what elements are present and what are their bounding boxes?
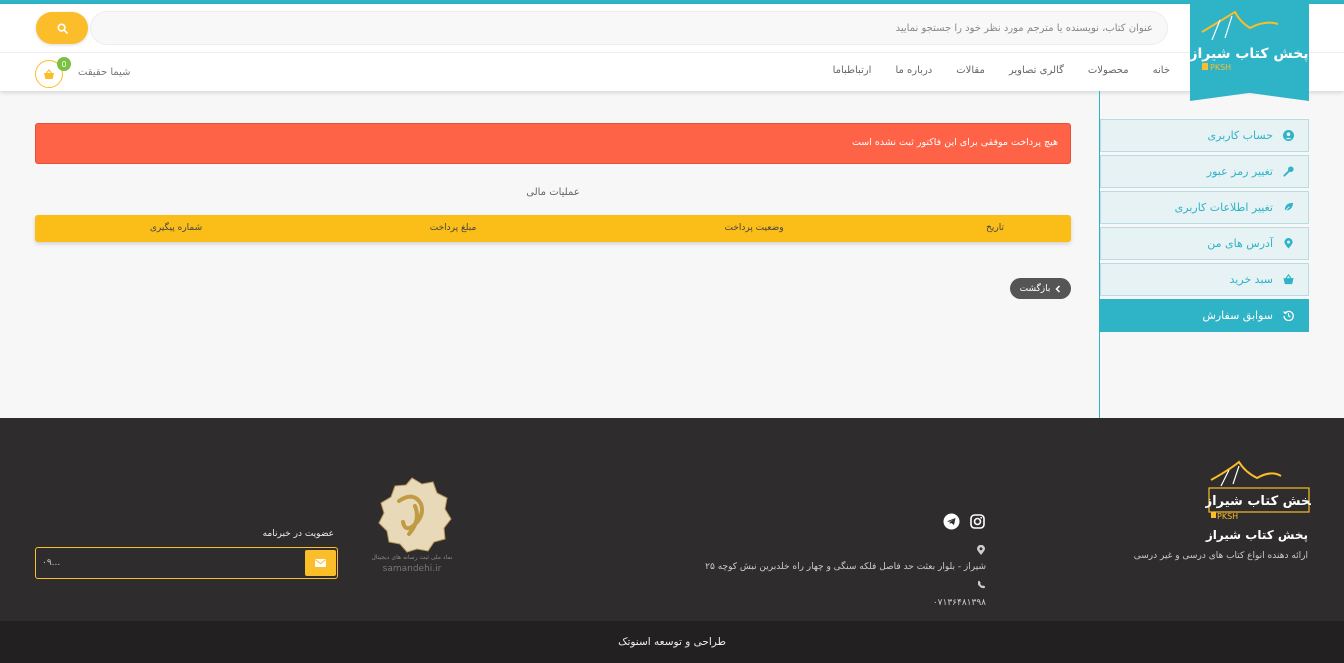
sidebar-item-label: تغییر اطلاعات کاربری [1174, 201, 1273, 214]
column-header-amount: مبلغ پرداخت [429, 223, 477, 233]
site-logo[interactable]: پخش کتاب شیراز PKSH [1190, 0, 1309, 101]
sidebar-item-addresses[interactable]: آدرس های من [1100, 227, 1309, 260]
footer-phone: ۰۷۱۳۶۴۸۱۳۹۸ [932, 598, 986, 608]
site-footer: پخش کتاب شیراز PKSH پخش کتاب شیراز ارائه… [0, 418, 1344, 621]
search-input[interactable] [90, 11, 1168, 45]
sidebar-item-label: سبد خرید [1229, 273, 1273, 286]
account-sidebar: حساب کاربری تغییر رمز عبور تغییر اطلاعات… [1100, 119, 1309, 335]
newsletter-form [35, 547, 338, 579]
sidebar-item-label: آدرس های من [1207, 237, 1273, 250]
svg-text:نماد ملی ثبت رسانه های دیجیتال: نماد ملی ثبت رسانه های دیجیتال [371, 554, 452, 561]
search-row [0, 4, 1344, 52]
footer-brand-description: ارائه دهنده انواع کتاب های درسی و غیر در… [1133, 551, 1308, 561]
newsletter-submit-button[interactable] [305, 550, 336, 576]
leaf-icon [1283, 202, 1294, 213]
chevron-left-icon [1055, 284, 1061, 293]
cart-count-badge: 0 [57, 57, 71, 71]
logo-subtext: PKSH [1210, 63, 1231, 72]
telegram-link[interactable] [943, 513, 960, 530]
map-pin-icon [1284, 238, 1293, 249]
envelope-icon [315, 559, 326, 567]
sidebar-item-change-password[interactable]: تغییر رمز عبور [1100, 155, 1309, 188]
site-header: خانه محصولات گالری تصاویر مقالات درباره … [0, 4, 1344, 91]
nav-home[interactable]: خانه [1153, 65, 1170, 76]
column-header-date: تاریخ [986, 223, 1004, 233]
sidebar-item-edit-profile[interactable]: تغییر اطلاعات کاربری [1100, 191, 1309, 224]
cart-button[interactable]: 0 [35, 57, 71, 88]
basket-icon [44, 68, 54, 79]
search-button[interactable] [36, 12, 88, 44]
footer-logo-subtext: PKSH [1217, 512, 1238, 521]
social-links [943, 513, 986, 530]
nav-products[interactable]: محصولات [1088, 65, 1129, 76]
newsletter-label: عضویت در خبرنامه [262, 529, 334, 539]
instagram-link[interactable] [969, 513, 986, 530]
nav-gallery[interactable]: گالری تصاویر [1009, 65, 1064, 76]
phone-icon [978, 580, 986, 589]
search-icon [56, 22, 68, 34]
footer-credit: طراحی و توسعه اسنوتک [0, 621, 1344, 663]
sidebar-item-order-history[interactable]: سوابق سفارش [1100, 299, 1309, 332]
user-name[interactable]: شیما حقیقت [78, 67, 131, 78]
main-nav: خانه محصولات گالری تصاویر مقالات درباره … [833, 65, 1170, 76]
transactions-table-header: تاریخ وضعیت پرداخت مبلغ پرداخت شماره پیگ… [35, 215, 1071, 242]
instagram-icon [970, 514, 985, 529]
telegram-icon [943, 513, 960, 530]
location-icon [977, 545, 985, 555]
nav-articles[interactable]: مقالات [956, 65, 985, 76]
logo-text: پخش کتاب شیراز [1190, 46, 1309, 62]
sidebar-item-label: سوابق سفارش [1202, 309, 1273, 322]
sidebar-item-label: حساب کاربری [1207, 129, 1273, 142]
sidebar-item-cart[interactable]: سبد خرید [1100, 263, 1309, 296]
footer-logo-text: پخش کتاب شیراز [1205, 494, 1311, 509]
footer-logo[interactable]: پخش کتاب شیراز PKSH [1205, 458, 1311, 522]
nav-row: خانه محصولات گالری تصاویر مقالات درباره … [0, 52, 1344, 91]
logo-mark: پخش کتاب شیراز PKSH [1190, 10, 1309, 72]
back-button-label: بازگشت [1019, 283, 1051, 294]
key-icon [1283, 166, 1294, 177]
back-button[interactable]: بازگشت [1010, 278, 1071, 299]
seal-caption: samandehi.ir [383, 564, 442, 574]
column-header-tracking: شماره پیگیری [149, 223, 203, 233]
column-header-status: وضعیت پرداخت [724, 223, 784, 233]
footer-brand-name: پخش کتاب شیراز [1205, 528, 1308, 542]
basket-icon [1283, 274, 1294, 285]
payment-alert: هیچ پرداخت موفقی برای این فاکتور ثبت نشد… [35, 123, 1071, 164]
nav-about[interactable]: درباره ما [895, 65, 932, 76]
user-circle-icon [1283, 130, 1294, 141]
samandehi-seal[interactable]: نماد ملی ثبت رسانه های دیجیتال samandehi… [369, 476, 455, 576]
sidebar-item-account[interactable]: حساب کاربری [1100, 119, 1309, 152]
section-title: عملیات مالی [526, 187, 580, 198]
footer-address: شیراز - بلوار بعثت حد فاصل فلکه سنگی و چ… [705, 562, 986, 572]
sidebar-item-label: تغییر رمز عبور [1206, 165, 1273, 178]
newsletter-input[interactable] [42, 548, 302, 578]
nav-contact[interactable]: ارتباطباما [833, 65, 872, 76]
history-icon [1283, 310, 1294, 321]
